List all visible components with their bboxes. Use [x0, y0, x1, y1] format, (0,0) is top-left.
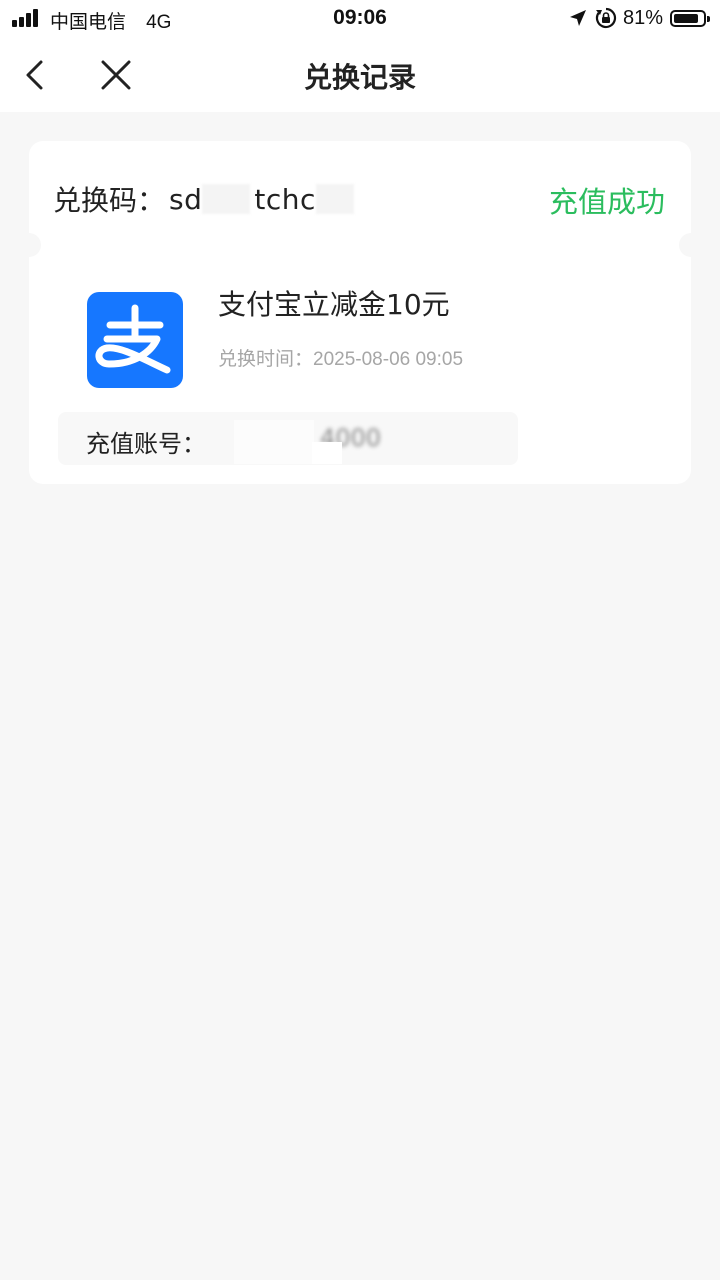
status-bar: 中国电信 4G 09:06 81%	[0, 0, 720, 38]
exchange-time-label: 兑换时间：	[218, 348, 314, 370]
nav-bar: 兑换记录	[0, 38, 720, 112]
page-title: 兑换记录	[303, 61, 416, 94]
status-badge: 充值成功	[548, 185, 665, 219]
recharge-account-label: 充值账号：	[86, 430, 206, 458]
exchange-code-mid: tchc	[254, 182, 316, 216]
card-notch-right	[679, 233, 703, 257]
battery-percent: 81%	[622, 6, 663, 29]
status-right: 81%	[569, 6, 710, 30]
exchange-code-row: 兑换码： sd tchc	[53, 179, 354, 219]
product-name: 支付宝立减金10元	[218, 288, 450, 321]
redacted-block	[202, 184, 251, 214]
redacted-block	[315, 184, 354, 214]
exchange-record-card[interactable]: 兑换码： sd tchc 充值成功 支付宝立减金10元 兑换时间：2025-08…	[17, 141, 703, 484]
battery-icon	[670, 9, 710, 27]
exchange-code-label: 兑换码：	[53, 184, 166, 217]
exchange-time-row: 兑换时间：2025-08-06 09:05	[218, 344, 463, 371]
redacted-block	[234, 420, 314, 464]
exchange-code-start: sd	[169, 182, 203, 216]
recharge-account-box: 充值账号： 4000	[58, 412, 518, 465]
rotation-lock-icon	[595, 7, 617, 29]
alipay-logo-icon	[87, 292, 183, 388]
redacted-block	[312, 442, 342, 464]
location-icon	[569, 10, 586, 26]
card-notch-left	[17, 233, 41, 257]
exchange-time-value: 2025-08-06 09:05	[313, 349, 464, 370]
